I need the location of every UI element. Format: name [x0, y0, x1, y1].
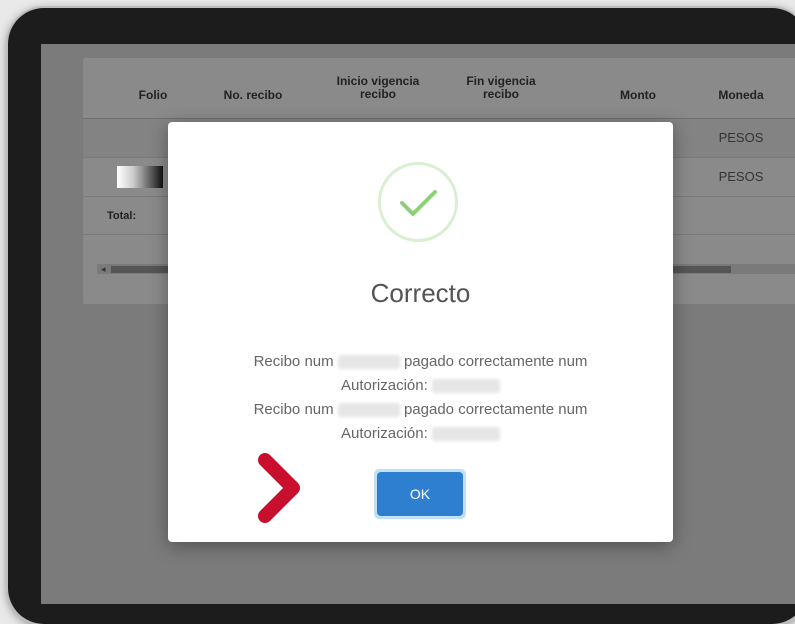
success-dialog: Correcto Recibo num pagado correctamente… [168, 122, 673, 542]
redacted-number [431, 379, 500, 394]
checkmark-icon [400, 190, 437, 216]
moneda-cell: PESOS [718, 130, 764, 145]
col-fin-vigencia: Fin vigencia recibo [466, 74, 536, 101]
tablet-frame: Folio No. recibo Inicio vigencia recibo … [8, 8, 795, 624]
moneda-cell: PESOS [718, 169, 764, 184]
ok-button[interactable]: OK [374, 469, 466, 519]
col-no-recibo: No. recibo [223, 88, 283, 102]
dialog-message: Recibo num pagado correctamente num Auto… [253, 353, 588, 442]
folio-redacted-image [117, 166, 163, 188]
dialog-title: Correcto [370, 278, 471, 308]
col-monto: Monto [620, 88, 656, 102]
redacted-number [337, 403, 400, 418]
redacted-number [431, 427, 500, 442]
screen: Folio No. recibo Inicio vigencia recibo … [41, 44, 795, 604]
scroll-left-arrow-icon[interactable]: ◂ [101, 264, 106, 274]
chevron-right-icon [254, 452, 304, 524]
success-circle-icon [378, 162, 458, 242]
col-inicio-vigencia: Inicio vigencia recibo [336, 74, 420, 101]
table-header: Folio No. recibo Inicio vigencia recibo … [83, 58, 795, 119]
col-moneda: Moneda [718, 88, 764, 102]
col-folio: Folio [138, 88, 168, 102]
redacted-number [337, 355, 400, 370]
total-label: Total: [107, 210, 137, 222]
